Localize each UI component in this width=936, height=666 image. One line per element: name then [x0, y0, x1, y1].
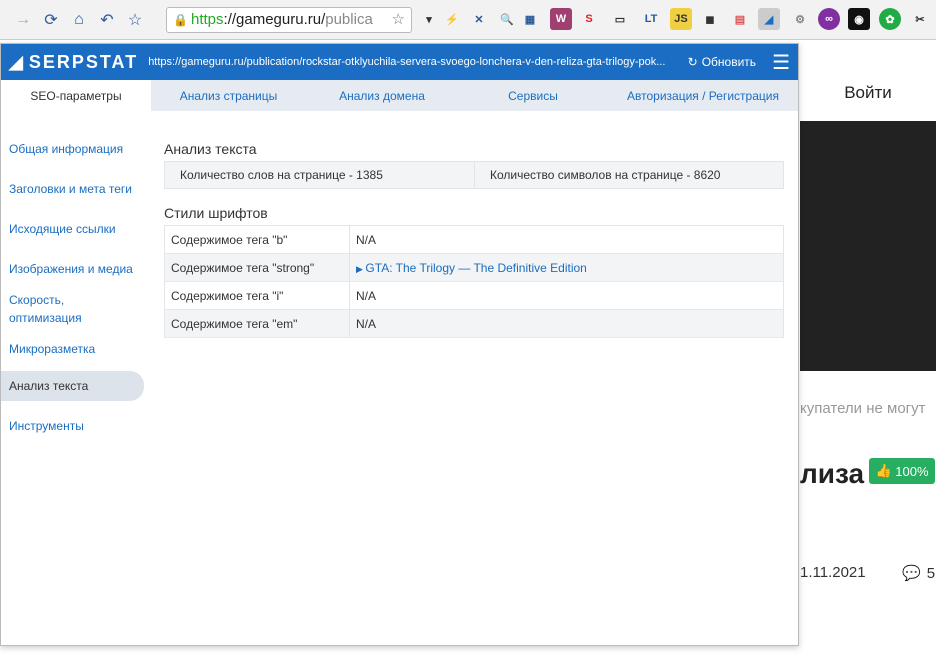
tab-services[interactable]: Сервисы: [458, 80, 608, 111]
refresh-button[interactable]: ↻ Обновить: [688, 55, 756, 69]
lock-icon: 🔒: [173, 13, 188, 27]
hero-image: [800, 121, 936, 371]
sidebar-item-general[interactable]: Общая информация: [1, 140, 144, 158]
serpstat-extension-icon[interactable]: ◢: [758, 8, 780, 30]
table-row: Содержимое тега "strong" ▶ GTA: The Trilo…: [164, 253, 784, 282]
thumbs-up-icon: 👍: [875, 463, 896, 478]
serpstat-logo: ◢ SERPSTAT: [9, 51, 139, 72]
seo-extension-icon[interactable]: S: [578, 8, 600, 30]
scissors-icon[interactable]: ✂: [909, 8, 931, 30]
article-subtitle: купатели не могут: [800, 400, 926, 417]
table-row: Содержимое тега "i" N/A: [164, 281, 784, 310]
reload-icon[interactable]: ⟳: [40, 9, 62, 31]
sidebar-item-outgoing-links[interactable]: Исходящие ссылки: [1, 220, 144, 238]
sidebar-item-speed[interactable]: Скорость, оптимизация: [1, 291, 101, 327]
screenshot-icon[interactable]: ▭: [609, 8, 631, 30]
incognito-icon[interactable]: ◼: [699, 8, 721, 30]
refresh-icon: ↻: [687, 55, 698, 69]
logo-icon: ◢: [9, 51, 25, 72]
link-icon[interactable]: ∞: [818, 8, 840, 30]
address-bar[interactable]: 🔒 https://gameguru.ru/publica ☆: [166, 7, 412, 33]
main-content: Анализ текста Количество слов на страниц…: [164, 141, 784, 338]
article-date: 1.11.2021: [800, 564, 866, 581]
strong-content-toggle[interactable]: ▶ GTA: The Trilogy — The Definitive Edit…: [356, 261, 587, 275]
section-title-text-analysis: Анализ текста: [164, 141, 257, 157]
caret-right-icon: ▶: [356, 263, 366, 274]
undo-icon[interactable]: ↶: [96, 9, 118, 31]
lt-icon[interactable]: LT: [640, 8, 662, 30]
font-styles-table: Содержимое тега "b" N/A Содержимое тега "…: [164, 225, 784, 338]
js-icon[interactable]: JS: [670, 8, 692, 30]
star-icon[interactable]: ☆: [392, 8, 405, 32]
word-count: Количество слов на странице - 1385: [165, 162, 475, 188]
table-row: Содержимое тега "em" N/A: [164, 309, 784, 338]
tab-domain-analysis[interactable]: Анализ домена: [306, 80, 458, 111]
section-title-font-styles: Стили шрифтов: [164, 205, 268, 221]
bookmark-star-icon[interactable]: ☆: [124, 9, 146, 31]
tab-page-analysis[interactable]: Анализ страницы: [151, 80, 306, 111]
dropdown-icon[interactable]: ▾: [418, 8, 440, 30]
sidebar-item-text-analysis[interactable]: Анализ текста: [1, 371, 144, 401]
apps-icon[interactable]: ▦: [519, 8, 541, 30]
sidebar-item-microdata[interactable]: Микроразметка: [1, 340, 144, 358]
forward-icon[interactable]: →: [12, 9, 34, 31]
text-stats: Количество слов на странице - 1385 Колич…: [164, 161, 784, 189]
char-count: Количество символов на странице - 8620: [490, 168, 721, 182]
green-extension-icon[interactable]: ✿: [879, 8, 901, 30]
search-icon[interactable]: 🔍: [496, 8, 518, 30]
w-extension-icon[interactable]: W: [550, 8, 572, 30]
analyzed-url: https://gameguru.ru/publication/rockstar…: [148, 56, 666, 68]
popup-tabs: SEO-параметры Анализ страницы Анализ дом…: [1, 80, 798, 111]
rating-badge: 👍 100%: [869, 458, 935, 484]
sidebar-item-tools[interactable]: Инструменты: [1, 417, 144, 435]
gear-icon[interactable]: ⚙: [789, 8, 811, 30]
close-icon[interactable]: ✕: [468, 8, 490, 30]
comments-count[interactable]: 💬 5: [902, 564, 935, 582]
sidebar-item-headings[interactable]: Заголовки и мета теги: [1, 180, 144, 198]
table-row: Содержимое тега "b" N/A: [164, 225, 784, 254]
hamburger-menu-icon[interactable]: ☰: [772, 50, 790, 75]
lightning-icon[interactable]: ⚡: [441, 8, 463, 30]
login-link[interactable]: Войти: [800, 66, 936, 120]
popup-header: ◢ SERPSTAT https://gameguru.ru/publicatio…: [1, 44, 798, 80]
home-icon[interactable]: ⌂: [68, 9, 90, 31]
browser-toolbar: → ⟳ ⌂ ↶ ☆ 🔒 https://gameguru.ru/publica ☆…: [0, 0, 936, 40]
owl-icon[interactable]: ◉: [848, 8, 870, 30]
tab-auth[interactable]: Авторизация / Регистрация: [608, 80, 798, 111]
serpstat-popup: ◢ SERPSTAT https://gameguru.ru/publicatio…: [0, 43, 799, 646]
sidebar: Общая информация Заголовки и мета теги И…: [1, 134, 144, 435]
calendar-icon[interactable]: ▤: [729, 8, 751, 30]
comment-icon: 💬: [902, 565, 921, 582]
sidebar-item-images[interactable]: Изображения и медиа: [1, 260, 144, 278]
tab-seo-params[interactable]: SEO-параметры: [1, 80, 151, 111]
article-title: лиза: [800, 458, 865, 489]
